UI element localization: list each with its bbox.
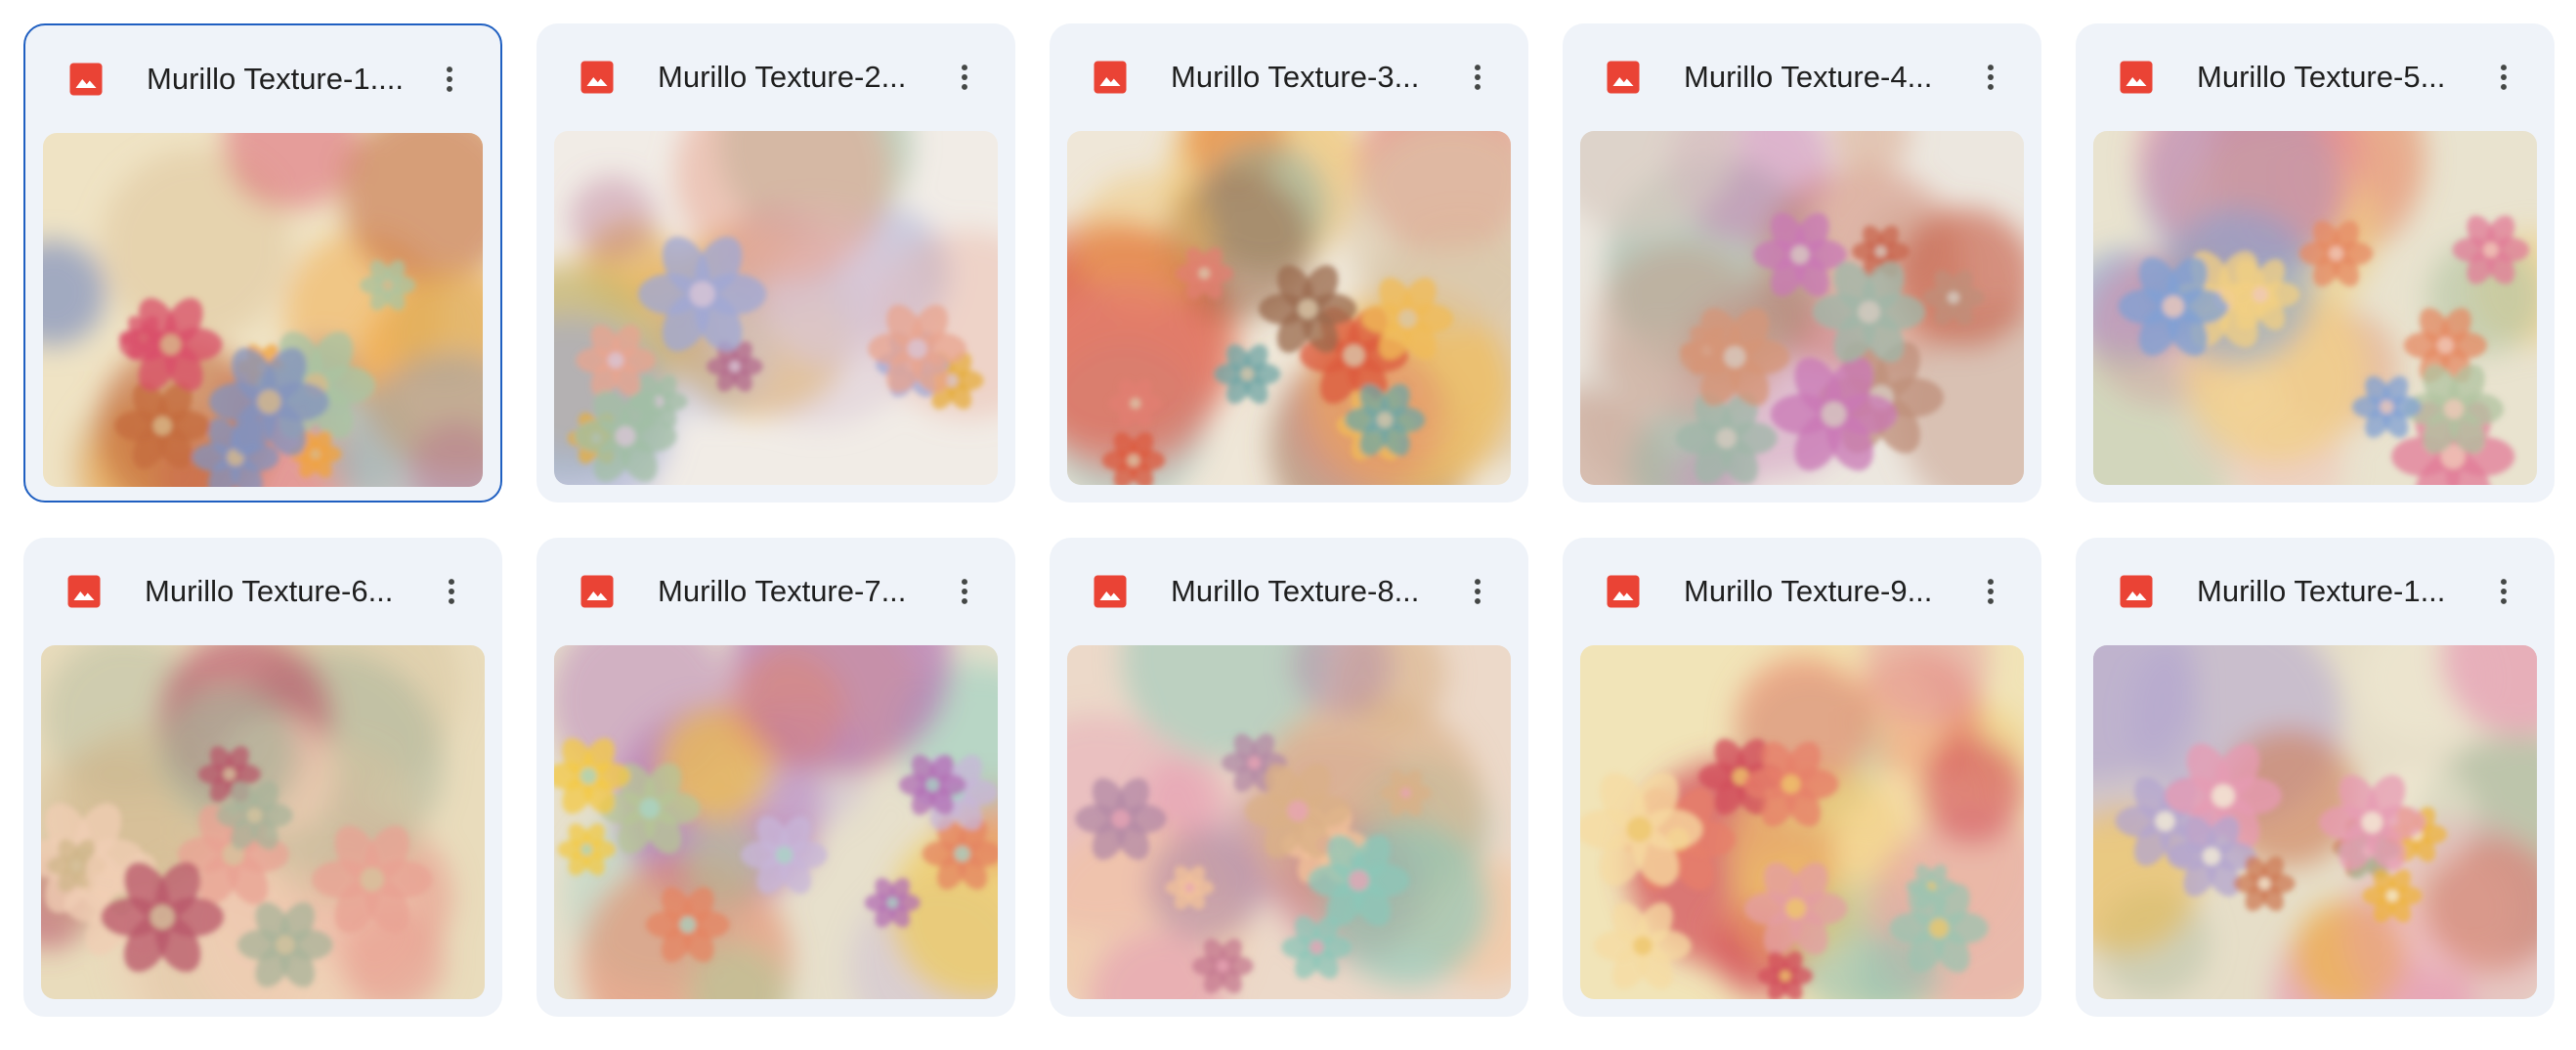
file-card[interactable]: Murillo Texture-1....	[23, 23, 502, 503]
more-options-button[interactable]	[1456, 570, 1499, 613]
floral-texture-image	[1067, 131, 1511, 485]
file-thumbnail[interactable]	[1580, 131, 2024, 485]
file-card-header: Murillo Texture-6...	[23, 538, 502, 645]
floral-texture-image	[43, 133, 483, 487]
more-vert-icon	[962, 65, 967, 90]
file-card-header: Murillo Texture-4...	[1563, 23, 2041, 131]
more-vert-icon	[447, 66, 452, 92]
file-card[interactable]: Murillo Texture-9...	[1563, 538, 2041, 1017]
image-file-icon	[2119, 60, 2154, 95]
floral-texture-image	[554, 645, 998, 999]
file-thumbnail[interactable]	[43, 133, 483, 487]
image-file-icon	[580, 60, 615, 95]
file-card[interactable]: Murillo Texture-3...	[1050, 23, 1528, 503]
file-thumbnail[interactable]	[2093, 131, 2537, 485]
more-vert-icon	[2501, 579, 2507, 604]
file-title: Murillo Texture-1....	[147, 62, 405, 96]
more-options-button[interactable]	[1969, 56, 2012, 99]
more-vert-icon	[1475, 579, 1481, 604]
file-card-header: Murillo Texture-5...	[2076, 23, 2555, 131]
file-title: Murillo Texture-7...	[658, 574, 907, 608]
file-card[interactable]: Murillo Texture-8...	[1050, 538, 1528, 1017]
image-file-icon	[2119, 574, 2154, 609]
floral-texture-image	[554, 131, 998, 485]
image-file-icon	[1606, 574, 1641, 609]
file-title: Murillo Texture-3...	[1171, 60, 1420, 94]
more-options-button[interactable]	[1969, 570, 2012, 613]
file-thumbnail[interactable]	[554, 131, 998, 485]
more-options-button[interactable]	[943, 56, 986, 99]
file-thumbnail[interactable]	[1067, 131, 1511, 485]
more-options-button[interactable]	[2482, 56, 2525, 99]
file-title: Murillo Texture-5...	[2197, 60, 2446, 94]
more-vert-icon	[1475, 65, 1481, 90]
more-options-button[interactable]	[2482, 570, 2525, 613]
file-card[interactable]: Murillo Texture-7...	[537, 538, 1015, 1017]
file-card[interactable]: Murillo Texture-6...	[23, 538, 502, 1017]
more-options-button[interactable]	[1456, 56, 1499, 99]
file-card[interactable]: Murillo Texture-1...	[2076, 538, 2555, 1017]
more-vert-icon	[1988, 65, 1994, 90]
file-card[interactable]: Murillo Texture-5...	[2076, 23, 2555, 503]
file-card-header: Murillo Texture-1...	[2076, 538, 2555, 645]
file-thumbnail[interactable]	[41, 645, 485, 999]
file-card-header: Murillo Texture-3...	[1050, 23, 1528, 131]
image-file-icon	[1093, 574, 1128, 609]
floral-texture-image	[2093, 131, 2537, 485]
file-card[interactable]: Murillo Texture-2...	[537, 23, 1015, 503]
more-vert-icon	[449, 579, 454, 604]
image-file-icon	[1606, 60, 1641, 95]
file-thumbnail[interactable]	[554, 645, 998, 999]
floral-texture-image	[1580, 645, 2024, 999]
file-card-header: Murillo Texture-1....	[25, 25, 500, 133]
file-title: Murillo Texture-9...	[1684, 574, 1933, 608]
more-vert-icon	[962, 579, 967, 604]
file-thumbnail[interactable]	[1580, 645, 2024, 999]
file-grid: Murillo Texture-1.... Murillo Texture-2..…	[23, 23, 2555, 1017]
image-file-icon	[1093, 60, 1128, 95]
image-file-icon	[66, 574, 102, 609]
file-card[interactable]: Murillo Texture-4...	[1563, 23, 2041, 503]
floral-texture-image	[1067, 645, 1511, 999]
floral-texture-image	[2093, 645, 2537, 999]
more-options-button[interactable]	[430, 570, 473, 613]
floral-texture-image	[1580, 131, 2024, 485]
file-title: Murillo Texture-6...	[145, 574, 394, 608]
file-card-header: Murillo Texture-7...	[537, 538, 1015, 645]
file-title: Murillo Texture-2...	[658, 60, 907, 94]
file-card-header: Murillo Texture-8...	[1050, 538, 1528, 645]
file-card-header: Murillo Texture-2...	[537, 23, 1015, 131]
more-options-button[interactable]	[943, 570, 986, 613]
more-options-button[interactable]	[428, 58, 471, 101]
floral-texture-image	[41, 645, 485, 999]
file-title: Murillo Texture-1...	[2197, 574, 2446, 608]
image-file-icon	[68, 62, 104, 97]
more-vert-icon	[1988, 579, 1994, 604]
file-thumbnail[interactable]	[1067, 645, 1511, 999]
file-title: Murillo Texture-4...	[1684, 60, 1933, 94]
file-title: Murillo Texture-8...	[1171, 574, 1420, 608]
file-thumbnail[interactable]	[2093, 645, 2537, 999]
more-vert-icon	[2501, 65, 2507, 90]
image-file-icon	[580, 574, 615, 609]
file-card-header: Murillo Texture-9...	[1563, 538, 2041, 645]
